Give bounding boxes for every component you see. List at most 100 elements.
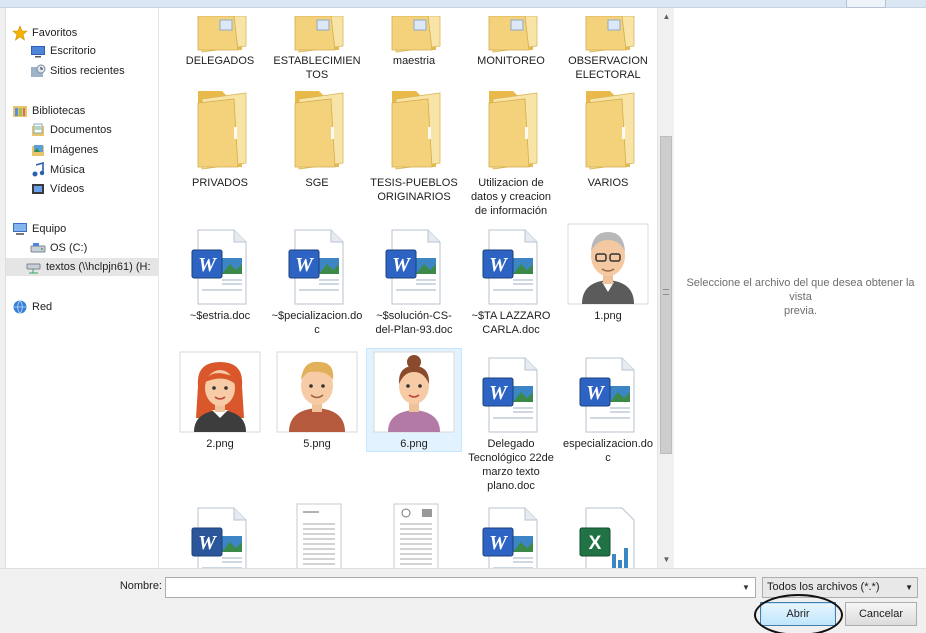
nav-item[interactable]: Música xyxy=(30,161,85,179)
file-list-scrollbar[interactable]: ▲ ▼ xyxy=(657,8,674,568)
folder-item[interactable]: Utilizacion de datos y creacion de infor… xyxy=(463,83,559,217)
cancel-button[interactable]: Cancelar xyxy=(845,602,917,626)
svg-text:W: W xyxy=(586,382,605,404)
folder-icon xyxy=(463,15,559,56)
document-thumbnail-icon xyxy=(366,498,462,568)
svg-text:W: W xyxy=(198,532,217,554)
file-item[interactable]: W ~$pecializacion.doc xyxy=(269,220,365,336)
svg-text:X: X xyxy=(589,533,602,554)
nav-item[interactable]: Red xyxy=(12,298,52,316)
nav-item[interactable]: Escritorio xyxy=(30,42,96,60)
excel-document-icon: X xyxy=(560,498,656,568)
word-document-icon: W xyxy=(172,498,268,568)
recent-places-icon xyxy=(30,63,46,79)
folder-item[interactable]: OBSERVACION ELECTORAL xyxy=(560,8,656,81)
file-item[interactable]: X xyxy=(560,498,656,568)
videos-icon xyxy=(30,181,46,197)
folder-item[interactable]: SGE xyxy=(269,83,365,189)
file-item[interactable]: 5.png xyxy=(269,348,365,450)
svg-text:W: W xyxy=(392,254,411,276)
file-item[interactable]: W ~$estria.doc xyxy=(172,220,268,322)
svg-text:W: W xyxy=(489,532,508,554)
scroll-up-arrow[interactable]: ▲ xyxy=(658,8,675,25)
file-item[interactable] xyxy=(269,498,365,568)
folder-item[interactable]: MONITOREO xyxy=(463,8,559,67)
word-document-icon: W xyxy=(560,348,656,436)
folder-item[interactable]: maestria xyxy=(366,8,462,67)
nav-item[interactable]: Equipo xyxy=(12,220,66,238)
libraries-icon xyxy=(12,103,28,119)
word-document-icon: W xyxy=(463,348,559,436)
file-item[interactable]: 2.png xyxy=(172,348,268,450)
nav-item[interactable]: OS (C:) xyxy=(30,239,87,257)
nav-item-label: Equipo xyxy=(32,223,67,235)
file-type-select[interactable]: Todos los archivos (*.*) ▼ xyxy=(762,577,918,598)
word-document-icon: W xyxy=(172,220,268,308)
folder-icon xyxy=(366,15,462,56)
nav-item[interactable]: Favoritos xyxy=(12,24,77,42)
nav-item[interactable]: Imágenes xyxy=(30,141,98,159)
folder-icon xyxy=(463,83,559,171)
folder-icon xyxy=(172,83,268,171)
file-list: DELEGADOS ESTABLECIMIENTOS maestria MONITOR… xyxy=(160,8,660,568)
folder-item[interactable]: VARIOS xyxy=(560,83,656,189)
folder-icon xyxy=(560,15,656,56)
computer-icon xyxy=(12,221,28,237)
file-item[interactable] xyxy=(366,498,462,568)
dialog-footer: Nombre: ▼ Todos los archivos (*.*) ▼ Abr… xyxy=(0,568,926,633)
title-bar-edge xyxy=(0,0,926,8)
file-name-label: PRIVADOS xyxy=(191,177,249,189)
file-item[interactable]: W xyxy=(172,498,268,568)
folder-item[interactable]: DELEGADOS xyxy=(172,8,268,67)
file-name-label: maestria xyxy=(392,55,436,67)
documents-icon xyxy=(30,122,46,138)
nav-item[interactable]: Documentos xyxy=(30,121,112,139)
file-item[interactable]: Wespecializacion.doc xyxy=(560,348,656,464)
word-document-icon: W xyxy=(269,220,365,308)
scroll-thumb[interactable] xyxy=(660,136,672,454)
title-bar-control[interactable] xyxy=(846,0,886,8)
avatar-image-thumbnail xyxy=(366,348,462,436)
nav-item-label: Sitios recientes xyxy=(50,65,125,77)
file-name-label: ~$TA LAZZARO CARLA.doc xyxy=(471,310,551,336)
file-item[interactable]: W xyxy=(463,498,559,568)
scroll-grip xyxy=(663,289,669,295)
svg-text:W: W xyxy=(198,254,217,276)
folder-item[interactable]: ESTABLECIMIENTOS xyxy=(269,8,365,81)
svg-text:W: W xyxy=(489,254,508,276)
file-name-input[interactable] xyxy=(165,577,756,598)
preview-pane: Seleccione el archivo del que desea obte… xyxy=(675,8,926,568)
nav-item[interactable]: Vídeos xyxy=(30,180,84,198)
drive-icon xyxy=(30,240,46,256)
file-name-label: Delegado Tecnológico 22de marzo texto pl… xyxy=(468,438,554,492)
file-name-label: ~$solución-CS-del-Plan-93.doc xyxy=(375,310,453,336)
nav-item[interactable]: Bibliotecas xyxy=(12,102,85,120)
folder-item[interactable]: PRIVADOS xyxy=(172,83,268,189)
nav-item-label: Imágenes xyxy=(50,144,99,156)
folder-item[interactable]: TESIS-PUEBLOS ORIGINARIOS xyxy=(366,83,462,203)
open-button[interactable]: Abrir xyxy=(760,602,836,626)
nav-item-label: OS (C:) xyxy=(50,242,88,254)
scroll-down-arrow[interactable]: ▼ xyxy=(658,551,675,568)
file-item[interactable]: W ~$solución-CS-del-Plan-93.doc xyxy=(366,220,462,336)
file-item[interactable]: 1.png xyxy=(560,220,656,322)
file-item[interactable]: 6.png xyxy=(366,348,462,452)
file-name-label: ~$pecializacion.doc xyxy=(271,310,363,336)
file-name-label: SGE xyxy=(305,177,329,189)
file-name-dropdown-arrow[interactable]: ▼ xyxy=(737,578,755,597)
nav-item[interactable]: Sitios recientes xyxy=(30,62,125,80)
file-item[interactable]: W Delegado Tecnológico 22de marzo texto p… xyxy=(463,348,559,492)
desktop-icon xyxy=(30,43,46,59)
folder-icon xyxy=(172,15,268,56)
word-document-icon: W xyxy=(366,220,462,308)
network-drive-icon xyxy=(26,259,42,275)
folder-icon xyxy=(269,15,365,56)
file-name-label: VARIOS xyxy=(587,177,629,189)
nav-item-label: Escritorio xyxy=(50,45,96,57)
nav-item-label: Red xyxy=(32,301,53,313)
file-name-label: ~$estria.doc xyxy=(189,310,251,322)
nav-item-label: textos (\\hclpjn61) (H: xyxy=(46,261,151,273)
music-icon xyxy=(30,161,46,178)
file-item[interactable]: W ~$TA LAZZARO CARLA.doc xyxy=(463,220,559,336)
nav-item[interactable]: textos (\\hclpjn61) (H: xyxy=(6,258,158,276)
